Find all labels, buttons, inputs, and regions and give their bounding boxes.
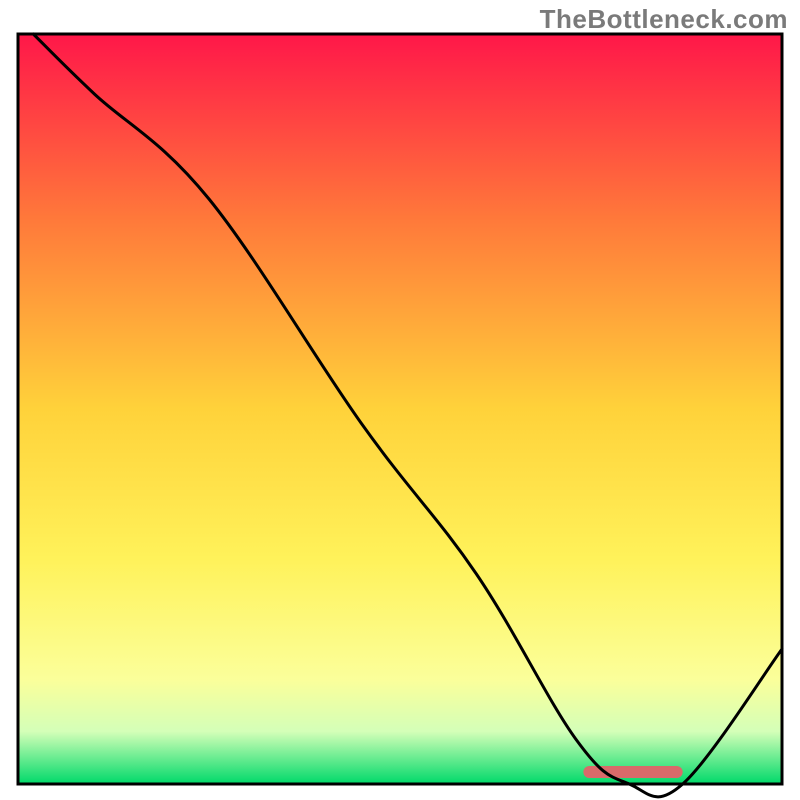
plot-background: [18, 34, 782, 784]
bottleneck-chart: [0, 0, 800, 800]
watermark-text: TheBottleneck.com: [540, 4, 788, 35]
chart-container: TheBottleneck.com: [0, 0, 800, 800]
